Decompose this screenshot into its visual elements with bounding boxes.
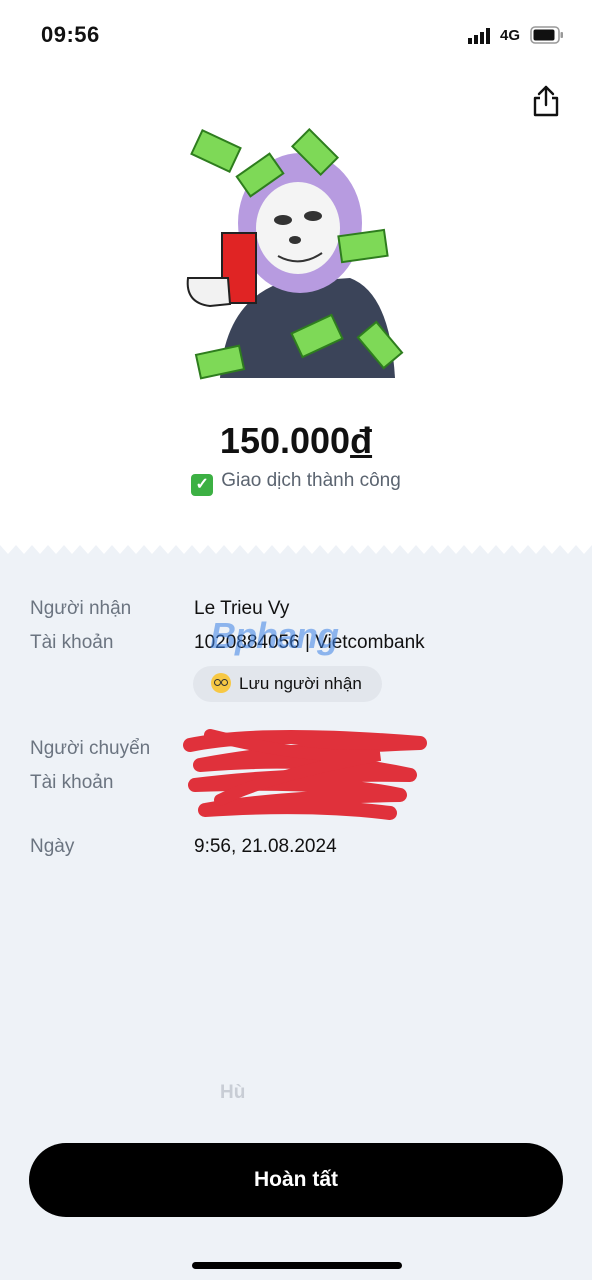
save-recipient-label: Lưu người nhận bbox=[239, 674, 362, 693]
home-indicator bbox=[192, 1262, 402, 1269]
network-type: 4G bbox=[500, 27, 521, 44]
redacted-scribble bbox=[183, 729, 427, 820]
nerd-face-icon bbox=[211, 673, 231, 693]
recipient-account-label: Tài khoản bbox=[30, 632, 114, 653]
date-label: Ngày bbox=[30, 836, 75, 857]
status-bar: 09:56 4G bbox=[0, 22, 592, 52]
zigzag-divider bbox=[0, 536, 592, 554]
transaction-amount: 150.000đ bbox=[0, 420, 592, 462]
faint-text: Hù bbox=[220, 1082, 246, 1103]
save-recipient-button[interactable]: Lưu người nhận bbox=[193, 666, 382, 702]
amount-value: 150.000 bbox=[219, 420, 351, 461]
panda-money-gun-illustration bbox=[186, 128, 404, 380]
battery-icon bbox=[530, 26, 563, 44]
status-time: 09:56 bbox=[41, 22, 100, 47]
signal-icon bbox=[468, 28, 490, 44]
check-icon: ✓ bbox=[191, 474, 214, 496]
status-text: Giao dịch thành công bbox=[221, 470, 401, 491]
watermark: Bphang bbox=[210, 615, 339, 656]
transaction-status: ✓ Giao dịch thành công bbox=[0, 470, 592, 496]
date-value: 9:56, 21.08.2024 bbox=[194, 836, 337, 857]
currency-symbol: đ bbox=[350, 420, 373, 461]
sender-account-label: Tài khoản bbox=[30, 772, 114, 793]
share-icon[interactable] bbox=[530, 84, 562, 118]
recipient-label: Người nhận bbox=[30, 598, 132, 619]
done-button[interactable]: Hoàn tất bbox=[29, 1143, 563, 1217]
sender-label: Người chuyển bbox=[30, 738, 151, 759]
